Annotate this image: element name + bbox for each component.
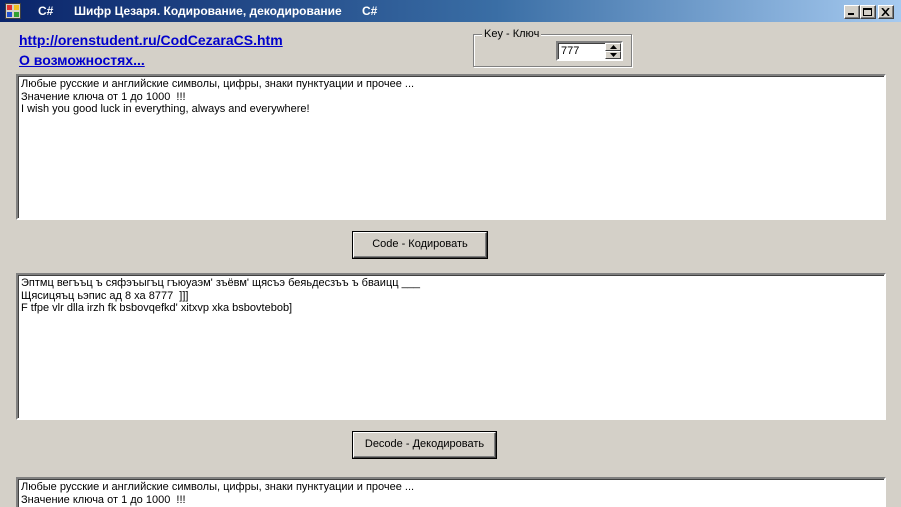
text-line: Значение ключа от 1 до 1000 !!! (21, 493, 186, 506)
key-spinner[interactable]: 777 (556, 41, 623, 61)
text-line: Эптмц вегъъц ъ сяфэъыгъц гъюуаэм' зъёвм'… (21, 277, 420, 289)
code-button[interactable]: Code - Кодировать (353, 232, 487, 258)
decoded-textarea[interactable]: Любые русские и английские символы, цифр… (16, 477, 886, 507)
decode-button[interactable]: Decode - Декодировать (353, 432, 496, 458)
site-link[interactable]: http://orenstudent.ru/CodCezaraCS.htm (19, 32, 283, 48)
title-suffix: C# (362, 4, 378, 18)
title-prefix: C# (38, 4, 54, 18)
text-line: Любые русские и английские символы, цифр… (21, 481, 415, 493)
maximize-icon (863, 8, 872, 16)
maximize-button[interactable] (860, 5, 876, 19)
minimize-icon (848, 13, 854, 15)
key-label: Key - Ключ (482, 28, 542, 40)
about-link[interactable]: О возможностях... (19, 52, 145, 68)
arrow-down-icon (610, 53, 617, 57)
text-line: I wish you good luck in everything, alwa… (21, 103, 310, 115)
window-title: Шифр Цезаря. Кодирование, декодирование (74, 4, 342, 18)
encoded-textarea[interactable]: Эптмц вегъъц ъ сяфэъыгъц гъюуаэм' зъёвм'… (16, 273, 886, 420)
text-line: Щясицяъц ьэпис ад 8 ха 8777 ]]] (21, 289, 189, 302)
spin-down-button[interactable] (605, 51, 621, 59)
arrow-up-icon (610, 45, 617, 49)
text-line: Значение ключа от 1 до 1000 !!! (21, 90, 186, 103)
minimize-button[interactable] (844, 5, 860, 19)
close-button[interactable] (878, 5, 894, 19)
key-groupbox: Key - Ключ 777 (473, 28, 632, 67)
title-bar: C# Шифр Цезаря. Кодирование, декодирован… (0, 0, 901, 22)
close-icon (881, 8, 890, 16)
input-textarea[interactable]: Любые русские и английские символы, цифр… (16, 74, 886, 220)
text-line: F tfpe vlr dlla irzh fk bsbovqefkd' xitx… (21, 302, 293, 314)
spin-up-button[interactable] (605, 43, 621, 51)
app-icon[interactable] (5, 3, 21, 19)
text-line: Любые русские и английские символы, цифр… (21, 78, 415, 90)
key-value[interactable]: 777 (561, 45, 579, 57)
